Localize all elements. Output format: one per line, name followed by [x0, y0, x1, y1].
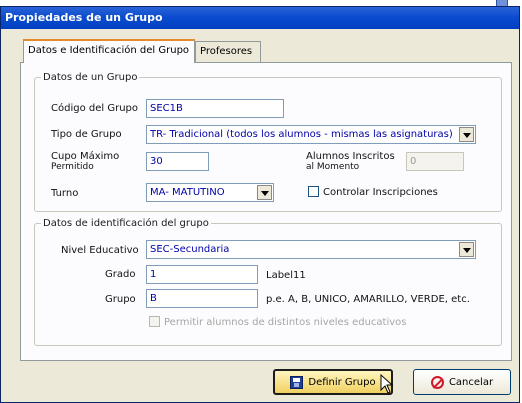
tab-datos-identificacion[interactable]: Datos e Identificación del Grupo — [23, 39, 195, 63]
group-datos-legend: Datos de un Grupo — [43, 72, 138, 83]
propiedades-grupo-dialog: Propiedades de un Grupo Datos e Identifi… — [0, 6, 520, 403]
codigo-grupo-input[interactable]: SEC1B — [146, 99, 284, 118]
tipo-grupo-value: TR- Tradicional (todos los alumnos - mis… — [150, 129, 453, 140]
grupo-hint: p.e. A, B, UNICO, AMARILLO, VERDE, etc. — [266, 294, 470, 305]
chevron-down-icon[interactable] — [459, 242, 474, 257]
cancelar-label: Cancelar — [448, 376, 494, 388]
cancel-icon — [430, 375, 444, 389]
cupo-maximo-label-line2: Permitido — [51, 162, 94, 172]
tipo-grupo-select[interactable]: TR- Tradicional (todos los alumnos - mis… — [146, 125, 476, 144]
cupo-maximo-label-line1: Cupo Máximo — [51, 151, 120, 162]
definir-grupo-label: Definir Grupo — [308, 376, 376, 388]
tipo-grupo-label: Tipo de Grupo — [51, 129, 122, 140]
chevron-down-icon[interactable] — [459, 127, 474, 142]
cancelar-button[interactable]: Cancelar — [413, 369, 511, 395]
alumnos-inscritos-label-line2: al Momento — [306, 162, 360, 172]
tab-panel-datos: Datos de un Grupo Código del Grupo SEC1B… — [20, 62, 512, 361]
turno-value: MA- MATUTINO — [150, 187, 225, 198]
turno-label: Turno — [51, 188, 79, 199]
definir-grupo-button[interactable]: Definir Grupo — [273, 369, 393, 395]
codigo-grupo-label: Código del Grupo — [51, 103, 138, 114]
permitir-niveles-label: Permitir alumnos de distintos niveles ed… — [164, 317, 407, 328]
permitir-niveles-checkbox — [149, 316, 160, 327]
grado-hint: Label11 — [266, 270, 306, 281]
grupo-label: Grupo — [105, 294, 136, 305]
grupo-input[interactable]: B — [146, 289, 258, 308]
group-identificacion-legend: Datos de identificación del grupo — [43, 218, 209, 229]
alumnos-inscritos-input: 0 — [406, 152, 464, 171]
grado-input[interactable]: 1 — [146, 265, 258, 284]
nivel-educativo-label: Nivel Educativo — [61, 245, 139, 256]
cupo-maximo-input[interactable]: 30 — [146, 152, 209, 171]
save-icon — [290, 375, 304, 389]
nivel-educativo-value: SEC-Secundaria — [150, 244, 230, 255]
tab-profesores[interactable]: Profesores — [195, 41, 261, 62]
chevron-down-icon[interactable] — [257, 185, 272, 200]
controlar-inscripciones-label: Controlar Inscripciones — [323, 187, 438, 198]
turno-select[interactable]: MA- MATUTINO — [146, 183, 274, 202]
grado-label: Grado — [105, 269, 136, 280]
dialog-title: Propiedades de un Grupo — [1, 7, 519, 29]
mouse-cursor-icon — [380, 374, 394, 394]
nivel-educativo-select[interactable]: SEC-Secundaria — [146, 240, 476, 259]
alumnos-inscritos-label-line1: Alumnos Inscritos — [306, 151, 395, 162]
controlar-inscripciones-checkbox[interactable] — [308, 186, 319, 197]
